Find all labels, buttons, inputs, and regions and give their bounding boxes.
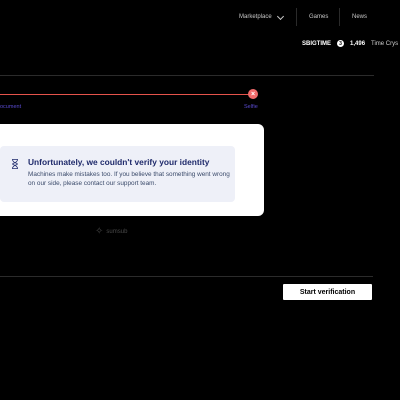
dialog-message: Machines make mistakes too. If you belie…	[28, 171, 230, 187]
sumsub-label: sumsub	[106, 229, 128, 235]
nav-news[interactable]: News	[352, 14, 367, 20]
start-verification-button[interactable]: Start verification	[283, 284, 372, 300]
progress-line	[0, 94, 252, 95]
bottom-divider	[0, 276, 373, 277]
nav-divider	[339, 8, 340, 26]
coin-icon: 3	[337, 40, 345, 47]
balance-amount: 1,496	[350, 40, 366, 47]
wallet-stats: SBIGTIME 3 1,496 Time Crys	[302, 40, 398, 47]
sumsub-branding: ✧ sumsub	[95, 227, 127, 237]
nav-marketplace[interactable]: Marketplace	[239, 12, 284, 20]
verification-result-dialog: Unfortunately, we couldn't verify your i…	[0, 124, 264, 216]
step-label-document: ocument	[0, 104, 22, 110]
error-alert: Unfortunately, we couldn't verify your i…	[0, 146, 235, 202]
nav-marketplace-label: Marketplace	[239, 14, 272, 20]
nav-news-label: News	[352, 14, 368, 20]
currency-label: Time Crys	[371, 40, 399, 47]
nav-games-label: Games	[309, 14, 329, 20]
close-icon: ×	[250, 90, 256, 98]
step-failed-marker: ×	[248, 89, 258, 99]
nav-divider	[296, 8, 297, 26]
top-divider	[0, 75, 374, 76]
sumsub-logo-icon: ✧	[95, 226, 104, 237]
hourglass-icon	[12, 159, 18, 169]
nav-games[interactable]: Games	[309, 14, 328, 20]
step-label-selfie: Selfie	[244, 104, 258, 110]
dialog-title: Unfortunately, we couldn't verify your i…	[28, 157, 210, 167]
ticker-label: SBIGTIME	[302, 40, 332, 47]
chevron-down-icon	[276, 12, 284, 20]
